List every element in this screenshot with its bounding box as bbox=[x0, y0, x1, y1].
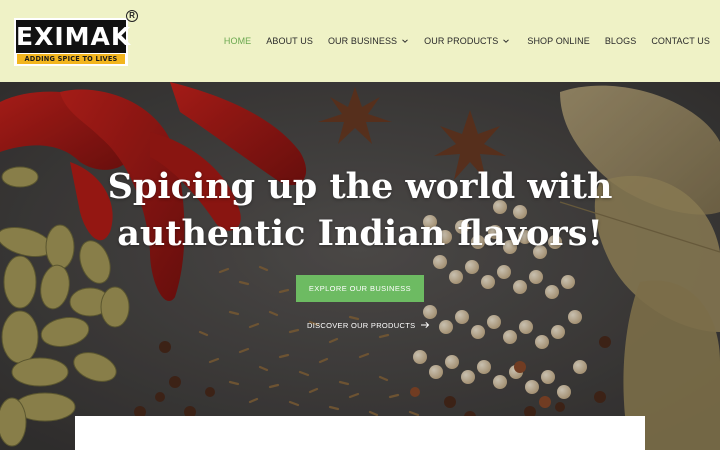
site-header: EXIMAK ADDING SPICE TO LIVES R HOME ABOU… bbox=[0, 0, 720, 82]
nav-item-label: OUR PRODUCTS bbox=[424, 36, 499, 46]
chevron-down-icon[interactable] bbox=[502, 37, 510, 45]
nav-item-label: ABOUT US bbox=[266, 36, 313, 46]
nav-item-blogs[interactable]: BLOGS bbox=[605, 36, 637, 46]
registered-mark-icon: R bbox=[126, 10, 138, 22]
nav-item-about-us[interactable]: ABOUT US bbox=[266, 36, 313, 46]
hero-section: Spicing up the world with authentic Indi… bbox=[0, 82, 720, 450]
nav-item-label: SHOP ONLINE bbox=[527, 36, 590, 46]
nav-item-shop-online[interactable]: SHOP ONLINE bbox=[527, 36, 589, 46]
nav-item-label: HOME bbox=[223, 36, 252, 46]
eximak-logo[interactable]: EXIMAK ADDING SPICE TO LIVES bbox=[14, 18, 132, 66]
discover-our-products-link[interactable]: DISCOVER OUR PRODUCTS bbox=[307, 319, 430, 331]
nav-item-label: OUR BUSINESS bbox=[327, 36, 398, 46]
nav-item-home[interactable]: HOME bbox=[224, 36, 251, 46]
logo-wordmark: EXIMAK bbox=[16, 20, 132, 53]
arrow-right-icon bbox=[421, 321, 430, 329]
nav-item-label: BLOGS bbox=[604, 36, 637, 46]
discover-link-label: DISCOVER OUR PRODUCTS bbox=[307, 320, 416, 330]
logo-tagline: ADDING SPICE TO LIVES bbox=[17, 54, 125, 64]
explore-our-business-button[interactable]: EXPLORE OUR BUSINESS bbox=[296, 275, 424, 302]
main-navigation: HOME ABOUT US OUR BUSINESS OUR PRODUCTS … bbox=[224, 34, 710, 48]
spices-background-image bbox=[0, 82, 720, 450]
nav-item-our-products[interactable]: OUR PRODUCTS bbox=[424, 36, 510, 46]
hero-heading-line-2: authentic Indian flavors! bbox=[117, 213, 603, 254]
hero-heading: Spicing up the world with authentic Indi… bbox=[60, 163, 660, 257]
nav-item-label: CONTACT US bbox=[651, 36, 710, 46]
nav-item-contact-us[interactable]: CONTACT US bbox=[651, 36, 710, 46]
hero-heading-line-1: Spicing up the world with bbox=[107, 166, 613, 207]
chevron-down-icon[interactable] bbox=[401, 37, 409, 45]
nav-item-our-business[interactable]: OUR BUSINESS bbox=[328, 36, 409, 46]
content-card bbox=[75, 416, 645, 450]
